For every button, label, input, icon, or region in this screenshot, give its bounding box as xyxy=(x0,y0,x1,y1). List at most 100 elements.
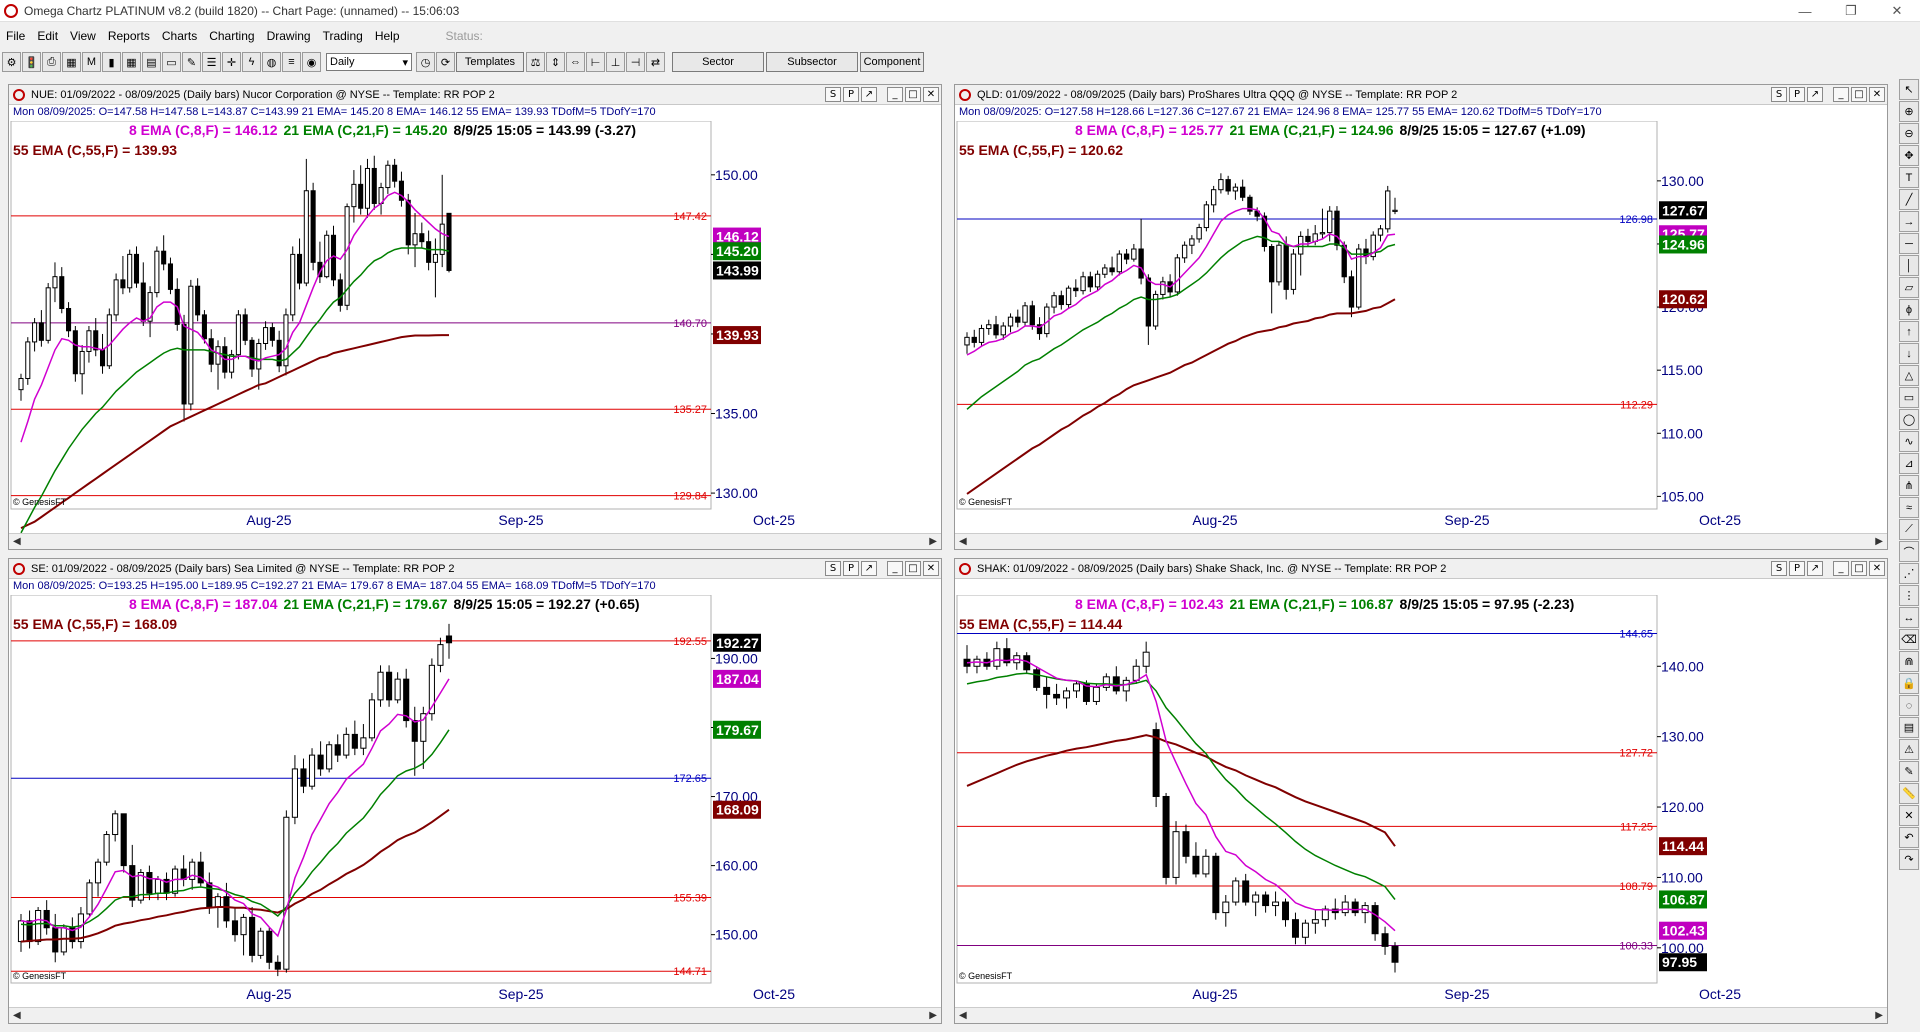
crosshair-icon[interactable]: ✛ xyxy=(222,52,241,72)
channel-icon[interactable]: ▱ xyxy=(1899,277,1919,298)
horizontal-scrollbar[interactable]: ◀ ▶ xyxy=(9,533,941,549)
gauge-icon[interactable]: ◷ xyxy=(416,52,435,72)
print-button[interactable]: P xyxy=(1789,561,1805,576)
symbol-button[interactable]: S xyxy=(1771,561,1787,576)
maximize-chart-button[interactable]: □ xyxy=(1851,87,1867,102)
maximize-chart-button[interactable]: □ xyxy=(905,561,921,576)
ruler-icon[interactable]: 📏 xyxy=(1899,783,1919,804)
menu-edit[interactable]: Edit xyxy=(31,29,64,43)
eraser-icon[interactable]: ⌫ xyxy=(1899,629,1919,650)
triangle-icon[interactable]: △ xyxy=(1899,365,1919,386)
list-icon[interactable]: ≡ xyxy=(282,52,301,72)
scroll-right-icon[interactable]: ▶ xyxy=(1875,536,1883,547)
menu-help[interactable]: Help xyxy=(369,29,406,43)
layers-icon[interactable]: ▤ xyxy=(1899,717,1919,738)
sector-button[interactable]: Sector xyxy=(672,52,764,72)
crosshair-v-icon[interactable]: ⊢ xyxy=(586,52,605,72)
scale-icon[interactable]: ⇕ xyxy=(546,52,565,72)
table-icon[interactable]: ▤ xyxy=(142,52,161,72)
chart-window-se[interactable]: SE: 01/09/2022 - 08/09/2025 (Daily bars)… xyxy=(8,558,942,1024)
close-chart-button[interactable]: ✕ xyxy=(923,87,939,102)
restore-button[interactable]: ❐ xyxy=(1828,0,1874,22)
pointer-icon[interactable]: ↖ xyxy=(1899,79,1919,100)
close-chart-button[interactable]: ✕ xyxy=(923,561,939,576)
maximize-chart-button[interactable]: □ xyxy=(905,87,921,102)
traffic-light-icon[interactable]: 🚦 xyxy=(22,52,41,72)
magnet-icon[interactable]: ⋒ xyxy=(1899,651,1919,672)
print-button[interactable]: P xyxy=(843,87,859,102)
price-chart[interactable]: 147.42 140.70 135.27 129.84 8 EMA (C,8,F) = … xyxy=(9,121,943,535)
print-button[interactable]: P xyxy=(1789,87,1805,102)
bar-chart-icon[interactable]: ▮ xyxy=(102,52,121,72)
sync-icon[interactable]: ⟳ xyxy=(436,52,455,72)
price-chart[interactable]: 126.98 112.29 8 EMA (C,8,F) = 125.77 21 EMA… xyxy=(955,121,1889,535)
delete-icon[interactable]: ✕ xyxy=(1899,805,1919,826)
zoom-out-icon[interactable]: ⊖ xyxy=(1899,123,1919,144)
lock-icon[interactable]: 🔒 xyxy=(1899,673,1919,694)
horizontal-scrollbar[interactable]: ◀ ▶ xyxy=(955,1007,1887,1023)
undo-icon[interactable]: ↶ xyxy=(1899,827,1919,848)
hide-icon[interactable]: ◌ xyxy=(1899,695,1919,716)
arc-icon[interactable]: ⌒ xyxy=(1899,541,1919,562)
launch-icon[interactable]: ↗ xyxy=(1807,87,1823,102)
horizontal-line-icon[interactable]: ─ xyxy=(1899,233,1919,254)
close-chart-button[interactable]: ✕ xyxy=(1869,561,1885,576)
price-chart[interactable]: 144.65 127.72 117.25 108.79 100.33 8 EMA (C,8… xyxy=(955,595,1889,1009)
menu-trading[interactable]: Trading xyxy=(317,29,369,43)
regression-icon[interactable]: ≈ xyxy=(1899,497,1919,518)
scroll-left-icon[interactable]: ◀ xyxy=(13,1010,21,1021)
scroll-right-icon[interactable]: ▶ xyxy=(929,536,937,547)
launch-icon[interactable]: ↗ xyxy=(861,561,877,576)
pencil-icon[interactable]: ✎ xyxy=(182,52,201,72)
crosshair-h-icon[interactable]: ⊥ xyxy=(606,52,625,72)
compare-icon[interactable]: ⚖ xyxy=(526,52,545,72)
minimize-button[interactable]: — xyxy=(1782,0,1828,22)
chart-window-shak[interactable]: SHAK: 01/09/2022 - 08/09/2025 (Daily bar… xyxy=(954,558,1888,1024)
price-chart[interactable]: 192.55 172.65 155.39 144.71 8 EMA (C,8,F) = … xyxy=(9,595,943,1009)
pan-icon[interactable]: ✥ xyxy=(1899,145,1919,166)
horizontal-scrollbar[interactable]: ◀ ▶ xyxy=(955,533,1887,549)
ellipse-icon[interactable]: ◯ xyxy=(1899,409,1919,430)
launch-icon[interactable]: ↗ xyxy=(861,87,877,102)
print-button[interactable]: P xyxy=(843,561,859,576)
print-icon[interactable]: ⎙ xyxy=(42,52,61,72)
time-zone-icon[interactable]: ⋮ xyxy=(1899,585,1919,606)
templates-button[interactable]: Templates xyxy=(456,52,524,72)
menu-file[interactable]: File xyxy=(0,29,31,43)
minimize-chart-button[interactable]: _ xyxy=(887,561,903,576)
grid-icon[interactable]: ▦ xyxy=(122,52,141,72)
maximize-chart-button[interactable]: □ xyxy=(1851,561,1867,576)
menu-charting[interactable]: Charting xyxy=(203,29,260,43)
menu-charts[interactable]: Charts xyxy=(156,29,203,43)
close-button[interactable]: ✕ xyxy=(1874,0,1920,22)
menu-drawing[interactable]: Drawing xyxy=(261,29,317,43)
folder-icon[interactable]: ▭ xyxy=(162,52,181,72)
chart-window-qld[interactable]: QLD: 01/09/2022 - 08/09/2025 (Daily bars… xyxy=(954,84,1888,550)
calculator-icon[interactable]: ▦ xyxy=(62,52,81,72)
close-chart-button[interactable]: ✕ xyxy=(1869,87,1885,102)
arrow-up-icon[interactable]: ↑ xyxy=(1899,321,1919,342)
ladder-icon[interactable]: ☰ xyxy=(202,52,221,72)
component-button[interactable]: Component xyxy=(860,52,924,72)
trendline-icon[interactable]: ╱ xyxy=(1899,189,1919,210)
chart-window-nue[interactable]: NUE: 01/09/2022 - 08/09/2025 (Daily bars… xyxy=(8,84,942,550)
split-icon[interactable]: ⊣ xyxy=(626,52,645,72)
menu-view[interactable]: View xyxy=(64,29,102,43)
note-icon[interactable]: ✎ xyxy=(1899,761,1919,782)
scroll-left-icon[interactable]: ◀ xyxy=(959,1010,967,1021)
arrows-icon[interactable]: ⇄ xyxy=(646,52,665,72)
scroll-left-icon[interactable]: ◀ xyxy=(13,536,21,547)
pitchfork-icon[interactable]: ⋔ xyxy=(1899,475,1919,496)
cycle-icon[interactable]: ∿ xyxy=(1899,431,1919,452)
measure-icon[interactable]: ↔ xyxy=(1899,607,1919,628)
minimize-chart-button[interactable]: _ xyxy=(1833,561,1849,576)
scroll-right-icon[interactable]: ▶ xyxy=(929,1010,937,1021)
symbol-button[interactable]: S xyxy=(1771,87,1787,102)
scroll-right-icon[interactable]: ▶ xyxy=(1875,1010,1883,1021)
redo-icon[interactable]: ↷ xyxy=(1899,849,1919,870)
symbol-button[interactable]: S xyxy=(825,561,841,576)
subsector-button[interactable]: Subsector xyxy=(766,52,858,72)
fibonacci-icon[interactable]: ϕ xyxy=(1899,299,1919,320)
launch-icon[interactable]: ↗ xyxy=(1807,561,1823,576)
text-icon[interactable]: T xyxy=(1899,167,1919,188)
